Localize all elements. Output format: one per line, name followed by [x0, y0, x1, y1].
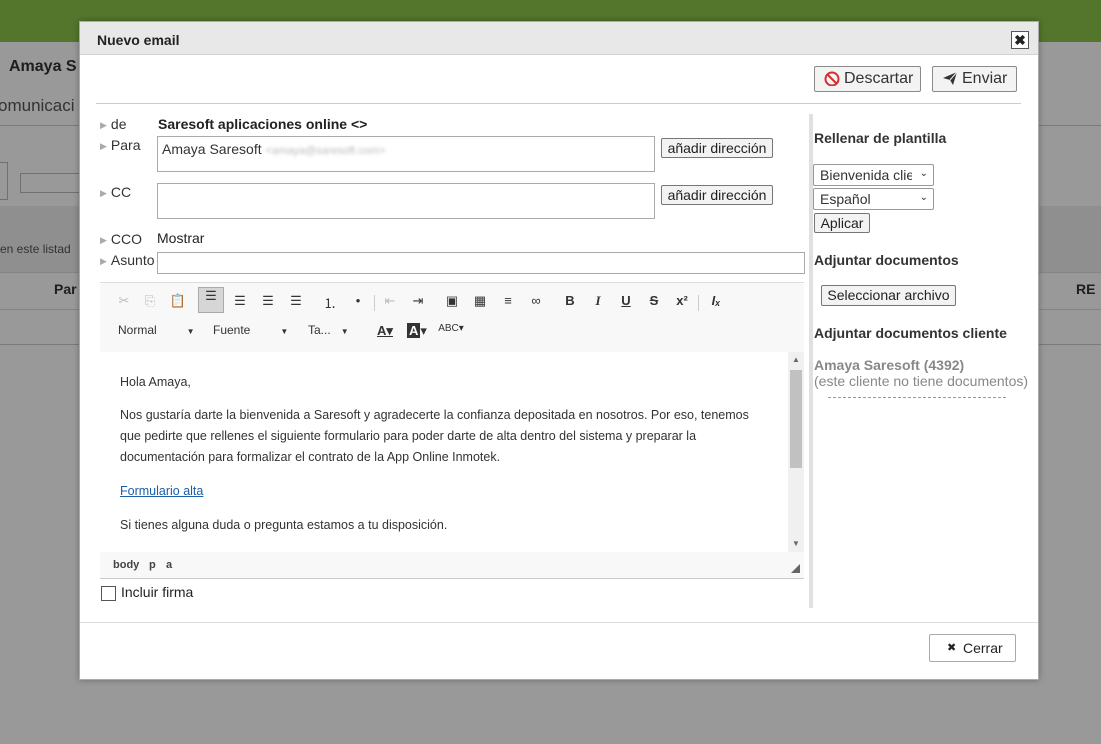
from-value: Saresoft aplicaciones online <> — [158, 116, 368, 132]
scroll-down-icon[interactable]: ▼ — [792, 539, 800, 548]
editor-scrollbar[interactable]: ▲ ▼ — [788, 352, 804, 552]
bold-icon[interactable]: B — [560, 293, 580, 308]
format-combo[interactable]: Normal ▼ — [118, 323, 195, 337]
path-p[interactable]: p — [149, 559, 156, 571]
to-recipient: Amaya Saresoft <amaya@saresoft.com> — [162, 141, 386, 157]
close-icon: ✖ — [947, 642, 957, 654]
background-color-icon[interactable]: A ▾ — [402, 323, 432, 339]
chevron-down-icon: ⌄ — [919, 168, 928, 179]
client-note: (este cliente no tiene documentos) — [814, 373, 1029, 389]
client-name: Amaya Saresoft (4392) — [814, 357, 965, 373]
text-color-icon[interactable]: A▾ — [370, 323, 400, 339]
triangle-icon: ▶ — [100, 235, 107, 245]
new-email-dialog: Nuevo email ✖ Descartar Enviar ▶ de Sares… — [79, 21, 1039, 680]
header-divider — [96, 103, 1021, 104]
dialog-title: Nuevo email — [97, 32, 180, 48]
add-to-address-button[interactable]: añadir dirección — [661, 138, 773, 158]
editor-content[interactable]: Hola Amaya, Nos gustaría darte la bienve… — [100, 352, 788, 552]
discard-label: Descartar — [844, 70, 914, 87]
superscript-icon[interactable]: x² — [672, 293, 692, 308]
element-path-bar: body p a — [100, 552, 804, 578]
paste-icon[interactable]: 📋 — [168, 293, 188, 309]
subject-label: ▶ Asunto — [100, 252, 155, 268]
to-field[interactable]: Amaya Saresoft <amaya@saresoft.com> — [157, 136, 655, 172]
triangle-icon: ▶ — [100, 141, 107, 151]
remove-format-icon[interactable]: Iₓ — [706, 293, 726, 308]
image-icon[interactable]: ▣ — [442, 293, 462, 309]
include-signature-label: Incluir firma — [121, 584, 194, 600]
link-icon[interactable]: ∞ — [526, 293, 546, 308]
closing-text: Si tienes alguna duda o pregunta estamos… — [120, 518, 448, 532]
font-combo[interactable]: Fuente ▼ — [213, 323, 288, 337]
justify-icon[interactable]: ☰ — [286, 293, 306, 309]
strikethrough-icon[interactable]: S — [644, 293, 664, 308]
size-combo[interactable]: Ta... ▼ — [308, 323, 349, 337]
body-paragraph: Nos gustaría darte la bienvenida a Sares… — [120, 408, 749, 464]
close-label: Cerrar — [963, 640, 1003, 656]
attach-heading: Adjuntar documentos — [814, 252, 959, 268]
language-select[interactable]: Español ⌄ — [813, 188, 934, 210]
table-icon[interactable]: ▦ — [470, 293, 490, 309]
toolbar-separator — [698, 295, 699, 311]
discard-button[interactable]: Descartar — [814, 66, 921, 92]
template-select[interactable]: Bienvenida cliente⌄ — [813, 164, 934, 186]
outdent-icon[interactable]: ⇤ — [380, 293, 400, 309]
cc-field[interactable] — [157, 183, 655, 219]
dashed-divider — [828, 397, 1006, 398]
scroll-up-icon[interactable]: ▲ — [792, 355, 800, 364]
client-docs-heading: Adjuntar documentos cliente — [814, 325, 1007, 341]
scrollbar-thumb[interactable] — [790, 370, 802, 468]
triangle-icon: ▶ — [100, 188, 107, 198]
bulleted-list-icon[interactable]: • — [348, 293, 368, 308]
form-link-paragraph: Formulario alta — [120, 481, 770, 502]
apply-button[interactable]: Aplicar — [814, 213, 870, 233]
path-a[interactable]: a — [166, 559, 172, 571]
prohibited-icon — [824, 70, 840, 91]
align-center-icon[interactable]: ☰ — [230, 293, 250, 309]
align-left-icon[interactable]: ☰ — [198, 287, 224, 313]
toolbar-separator — [374, 295, 375, 311]
include-signature-checkbox[interactable] — [101, 586, 116, 601]
copy-icon[interactable]: ⎘ — [140, 293, 160, 309]
send-button[interactable]: Enviar — [932, 66, 1017, 92]
select-file-button[interactable]: Seleccionar archivo — [821, 285, 956, 306]
footer-divider — [80, 622, 1038, 623]
bcc-label: ▶ CCO — [100, 231, 143, 247]
cut-icon[interactable]: ✂ — [114, 293, 134, 309]
numbered-list-icon[interactable]: ⒈ — [320, 293, 340, 312]
dialog-titlebar: Nuevo email ✖ — [80, 22, 1038, 55]
close-icon[interactable]: ✖ — [1011, 31, 1029, 49]
indent-icon[interactable]: ⇥ — [408, 293, 428, 309]
subject-input[interactable] — [157, 252, 805, 274]
horizontal-line-icon[interactable]: ≡ — [498, 293, 518, 308]
to-label: ▶ Para — [100, 137, 141, 153]
triangle-icon: ▶ — [100, 120, 107, 130]
cc-label: ▶ CC — [100, 184, 132, 200]
template-heading: Rellenar de plantilla — [814, 130, 947, 146]
editor-toolbar: ✂ ⎘ 📋 ☰ ☰ ☰ ☰ ⒈ • ⇤ ⇥ ▣ ▦ ≡ ∞ B I U S x²… — [100, 282, 804, 353]
bcc-show-link[interactable]: Mostrar — [157, 230, 204, 246]
path-body[interactable]: body — [113, 559, 139, 571]
underline-icon[interactable]: U — [616, 293, 636, 308]
resize-grip-icon[interactable] — [791, 564, 800, 573]
align-right-icon[interactable]: ☰ — [258, 293, 278, 309]
add-cc-address-button[interactable]: añadir dirección — [661, 185, 773, 205]
form-link[interactable]: Formulario alta — [120, 484, 203, 498]
close-button[interactable]: ✖ Cerrar — [929, 634, 1016, 662]
chevron-down-icon: ⌄ — [919, 192, 928, 203]
send-label: Enviar — [962, 70, 1008, 87]
paper-plane-icon — [942, 70, 958, 91]
italic-icon[interactable]: I — [588, 293, 608, 309]
greeting-text: Hola Amaya, — [120, 375, 191, 389]
triangle-icon: ▶ — [100, 256, 107, 266]
spellcheck-icon[interactable]: ABC▾ — [436, 323, 466, 334]
from-label: ▶ de — [100, 116, 127, 132]
rich-text-editor: ✂ ⎘ 📋 ☰ ☰ ☰ ☰ ⒈ • ⇤ ⇥ ▣ ▦ ≡ ∞ B I U S x²… — [100, 282, 804, 579]
